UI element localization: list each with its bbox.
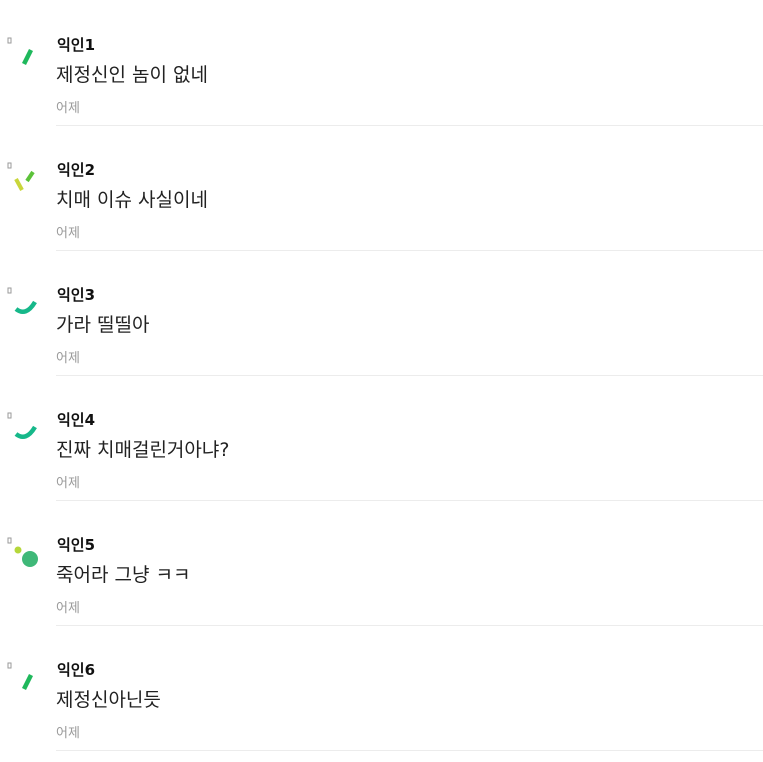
comment-time: 어제 [56, 726, 80, 741]
comment-author[interactable]: 익인5 [57, 535, 95, 555]
comment-text: 진짜 치매걸린거아냐? [56, 439, 230, 461]
yellow-green-check-avatar-icon[interactable] [6, 161, 42, 197]
comment-text: 죽어라 그냥 ㅋㅋ [56, 564, 191, 586]
green-dots-avatar-icon[interactable] [6, 536, 42, 572]
teal-smile-avatar-icon[interactable] [6, 286, 42, 322]
comment-item: 익인3 가라 띨띨아 어제 [0, 250, 763, 376]
comment-text: 치매 이슈 사실이네 [56, 189, 208, 211]
comment-body: 익인4 진짜 치매걸린거아냐? 어제 [56, 375, 763, 501]
comment-item: 익인6 제정신아닌듯 어제 [0, 625, 763, 751]
comment-text: 제정신인 놈이 없네 [56, 64, 208, 86]
comment-author[interactable]: 익인1 [57, 35, 95, 55]
comment-time: 어제 [56, 351, 80, 366]
comment-time: 어제 [56, 101, 80, 116]
comment-author[interactable]: 익인2 [57, 160, 95, 180]
comment-item: 익인5 죽어라 그냥 ㅋㅋ 어제 [0, 500, 763, 626]
comment-body: 익인5 죽어라 그냥 ㅋㅋ 어제 [56, 500, 763, 626]
comment-text: 제정신아닌듯 [56, 689, 161, 711]
comment-body: 익인1 제정신인 놈이 없네 어제 [56, 0, 763, 126]
comment-body: 익인6 제정신아닌듯 어제 [56, 625, 763, 751]
comment-author[interactable]: 익인4 [57, 410, 95, 430]
green-dash-avatar-icon[interactable] [6, 661, 42, 697]
comment-author[interactable]: 익인3 [57, 285, 95, 305]
comment-item: 익인2 치매 이슈 사실이네 어제 [0, 125, 763, 251]
comment-time: 어제 [56, 226, 80, 241]
comment-text: 가라 띨띨아 [56, 314, 150, 336]
green-dash-avatar-icon[interactable] [6, 36, 42, 72]
comment-list: 익인1 제정신인 놈이 없네 어제 익인2 치매 이슈 사실이네 어제 익인3 … [0, 0, 763, 762]
comment-body: 익인3 가라 띨띨아 어제 [56, 250, 763, 376]
comment-time: 어제 [56, 601, 80, 616]
teal-smile-avatar-icon[interactable] [6, 411, 42, 447]
comment-author[interactable]: 익인6 [57, 660, 95, 680]
comment-time: 어제 [56, 476, 80, 491]
comment-body: 익인2 치매 이슈 사실이네 어제 [56, 125, 763, 251]
comment-item: 익인1 제정신인 놈이 없네 어제 [0, 0, 763, 126]
comment-item: 익인4 진짜 치매걸린거아냐? 어제 [0, 375, 763, 501]
